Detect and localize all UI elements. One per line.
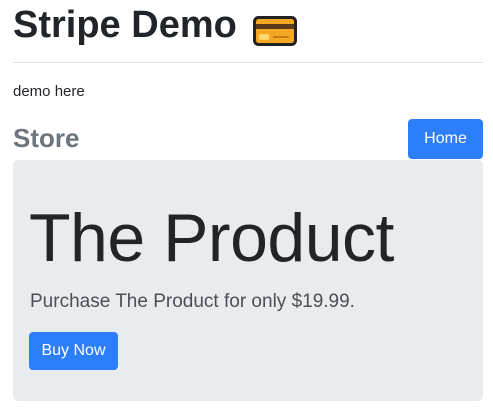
buy-now-button[interactable]: Buy Now [29, 332, 118, 370]
credit-card-icon [252, 11, 297, 46]
site-title: Stripe Demo [13, 2, 483, 48]
site-title-text: Stripe Demo [13, 4, 237, 46]
intro-text: demo here [13, 83, 85, 100]
product-description: Purchase The Product for only $19.99. [30, 291, 355, 312]
store-heading: Store [13, 123, 80, 153]
product-title: The Product [29, 200, 394, 276]
home-button[interactable]: Home [408, 119, 483, 159]
product-jumbotron: The Product Purchase The Product for onl… [13, 160, 483, 401]
site-header: Stripe Demo [13, 2, 483, 63]
store-row: Store Home [13, 118, 483, 160]
